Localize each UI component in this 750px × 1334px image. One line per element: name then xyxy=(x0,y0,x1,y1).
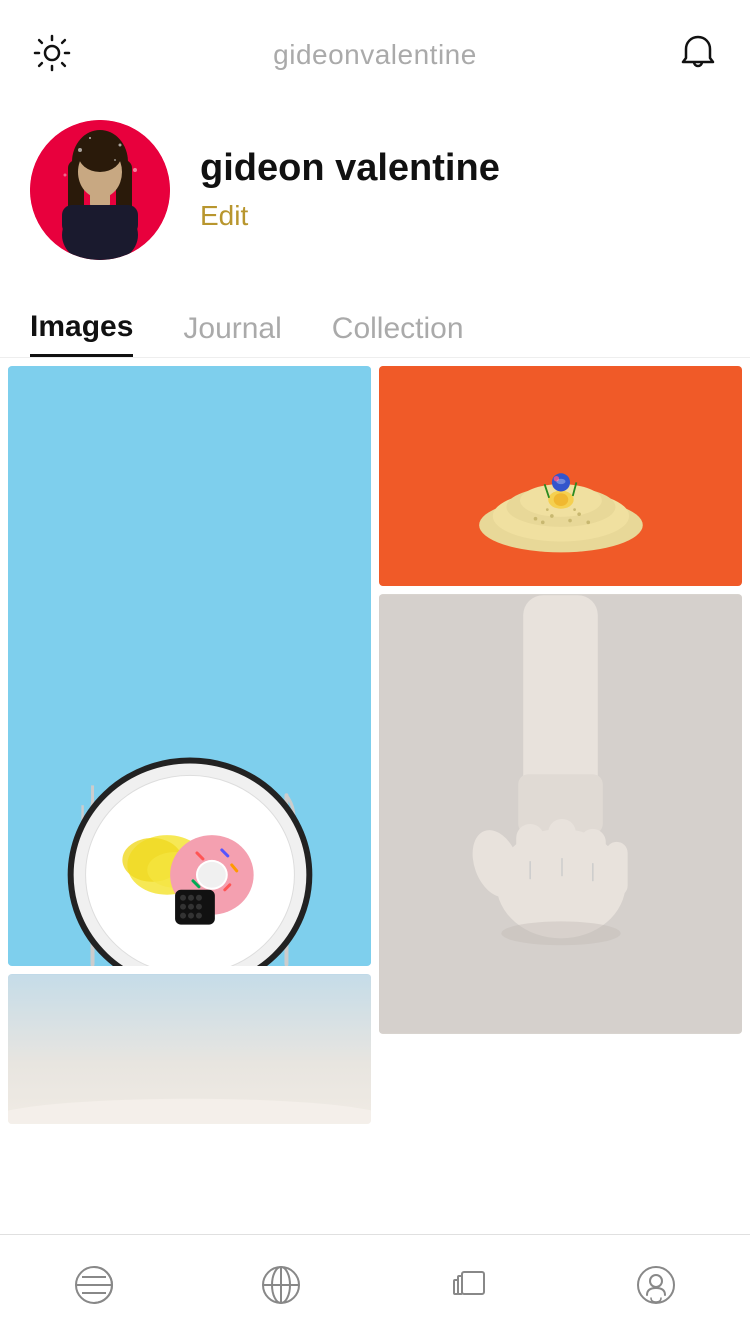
grid-col-left xyxy=(8,366,371,1124)
image-rice[interactable] xyxy=(379,366,742,586)
bell-icon[interactable] xyxy=(676,31,720,80)
nav-collections[interactable] xyxy=(429,1245,509,1325)
nav-profile[interactable] xyxy=(616,1245,696,1325)
tab-journal[interactable]: Journal xyxy=(183,302,281,356)
tab-collection[interactable]: Collection xyxy=(332,302,464,356)
grid-col-right xyxy=(379,366,742,1124)
edit-link[interactable]: Edit xyxy=(200,200,500,232)
image-grid xyxy=(0,358,750,1132)
avatar xyxy=(30,120,170,260)
image-sky[interactable] xyxy=(8,974,371,1124)
header: gideonvalentine xyxy=(0,0,750,90)
tab-images[interactable]: Images xyxy=(30,300,133,357)
nav-explore[interactable] xyxy=(241,1245,321,1325)
image-plate[interactable] xyxy=(8,366,371,966)
image-hand[interactable] xyxy=(379,594,742,1034)
bottom-nav xyxy=(0,1234,750,1334)
tab-bar: Images Journal Collection xyxy=(0,280,750,358)
profile-section: gideon valentine Edit xyxy=(0,90,750,280)
header-title: gideonvalentine xyxy=(273,39,477,71)
profile-info: gideon valentine Edit xyxy=(200,148,500,232)
gear-icon[interactable] xyxy=(30,31,74,80)
profile-name: gideon valentine xyxy=(200,148,500,190)
nav-filter[interactable] xyxy=(54,1245,134,1325)
